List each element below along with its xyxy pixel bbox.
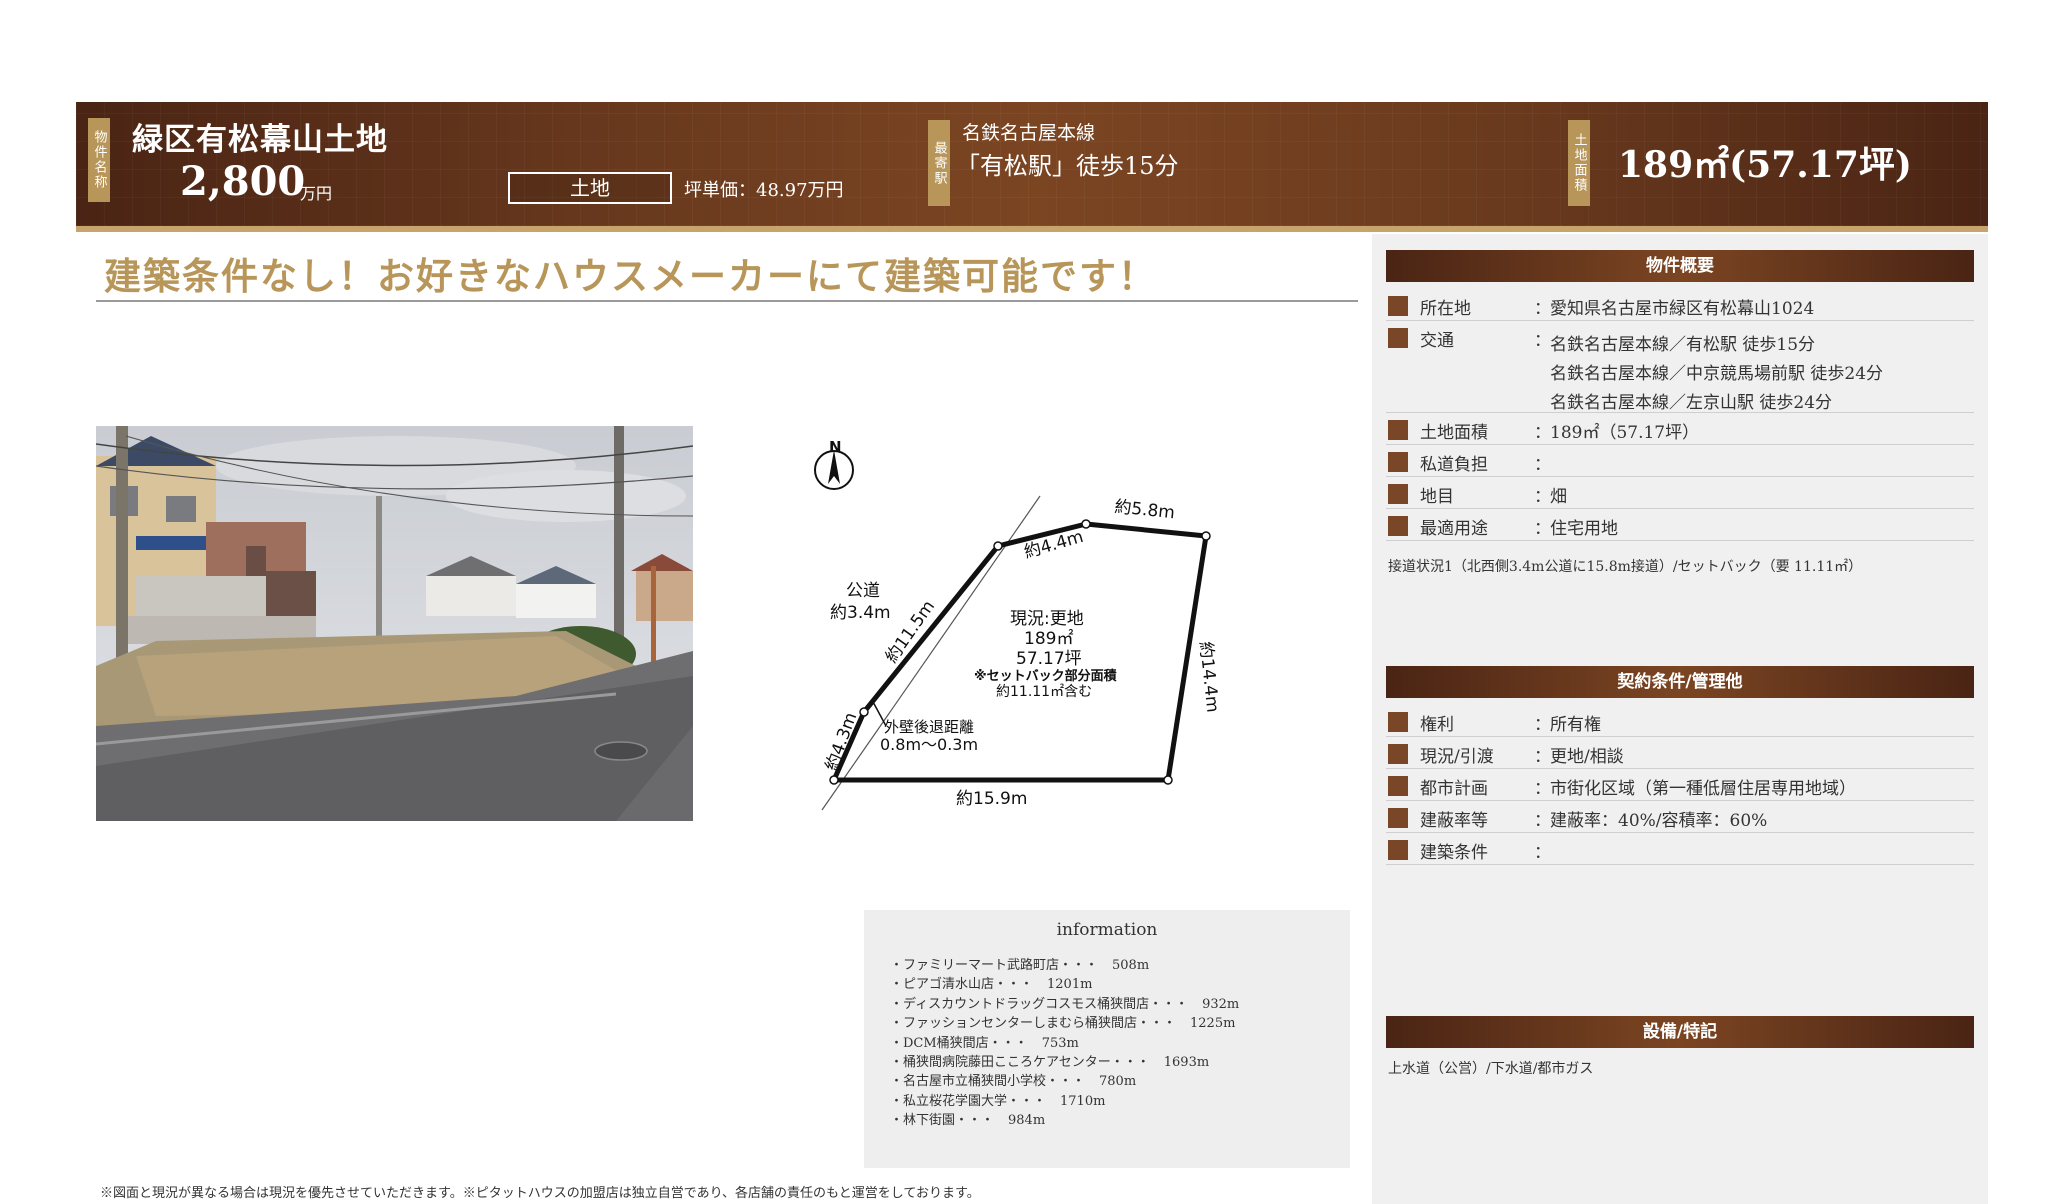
row-rights: 権利 ： 所有権 — [1386, 704, 1974, 737]
marker-icon — [1388, 296, 1408, 316]
marker-icon — [1388, 712, 1408, 732]
lot-area-tsubo: 57.17坪 — [1016, 649, 1082, 669]
list-item: ・名古屋市立桶狭間小学校・・・ 780m — [890, 1074, 1137, 1090]
wall-distance: 0.8m〜0.3m — [880, 735, 978, 754]
side-bottom: 約15.9m — [956, 789, 1027, 809]
site-photo — [96, 426, 693, 821]
property-type-badge: 土地 — [508, 172, 672, 204]
header-banner: 物件名称 緑区有松幕山土地 2,800 万円 土地 坪単価：48.97万円 最寄… — [76, 102, 1988, 232]
tsubo-price: 坪単価：48.97万円 — [684, 180, 844, 201]
headline: 建築条件なし！お好きなハウスメーカーにて建築可能です！ — [104, 254, 1157, 298]
road-access-note: 接道状況1（北西側3.4m公道に15.8m接道）/セットバック（要 11.11㎡… — [1388, 559, 1863, 575]
nearest-station-label: 最寄駅 — [928, 120, 950, 206]
row-private-road: 私道負担 ： — [1386, 444, 1974, 477]
side-top-b: 約5.8m — [1113, 497, 1175, 523]
land-area: 189㎡(57.17坪) — [1618, 144, 1912, 186]
facilities-text: 上水道（公営）/下水道/都市ガス — [1388, 1061, 1594, 1077]
info-title: information — [1056, 920, 1158, 940]
marker-icon — [1388, 328, 1408, 348]
setback-note: ※セットバック部分面積 — [974, 668, 1118, 684]
property-name-label: 物件名称 — [88, 118, 110, 202]
lot-status: 現況:更地 — [1010, 609, 1084, 629]
price-unit: 万円 — [300, 184, 333, 203]
property-name: 緑区有松幕山土地 — [132, 122, 388, 158]
row-use: 最適用途 ： 住宅用地 — [1386, 508, 1974, 541]
details-panel: 物件概要 所在地 ： 愛知県名古屋市緑区有松幕山1024 交通 ： 名鉄名古屋本… — [1372, 234, 1988, 1204]
footnote: ※図面と現況が異なる場合は現況を優先させていただきます。※ピタットハウスの加盟店… — [100, 1186, 980, 1201]
list-item: ・ファッションセンターしまむら桶狭間店・・・ 1225m — [890, 1016, 1236, 1032]
wall-label: 外壁後退距離 — [884, 718, 974, 736]
row-planning: 都市計画 ： 市街化区域（第一種低層住居専用地域） — [1386, 768, 1974, 801]
list-item: ・私立桜花学園大学・・・ 1710m — [890, 1093, 1106, 1109]
row-building-condition: 建築条件 ： — [1386, 832, 1974, 865]
marker-icon — [1388, 776, 1408, 796]
side-right: 約14.4m — [1195, 640, 1222, 713]
list-item: ・DCM桶狭間店・・・ 753m — [890, 1035, 1079, 1051]
row-land-area: 土地面積 ： 189㎡（57.17坪） — [1386, 412, 1974, 445]
list-item: ・桶狭間病院藤田こころケアセンター・・・ 1693m — [890, 1055, 1210, 1071]
marker-icon — [1388, 484, 1408, 504]
marker-icon — [1388, 840, 1408, 860]
list-item: ・ディスカウントドラッグコスモス桶狭間店・・・ 932m — [890, 996, 1240, 1012]
lot-plan: N 公道 約3.4m 約4.4m 約5.8m 約14.4m 約15.9m 約11… — [796, 428, 1266, 828]
lot-area-m2: 189㎡ — [1024, 629, 1073, 649]
row-land-category: 地目 ： 畑 — [1386, 476, 1974, 509]
row-location: 所在地 ： 愛知県名古屋市緑区有松幕山1024 — [1386, 288, 1974, 321]
marker-icon — [1388, 808, 1408, 828]
contract-header: 契約条件/管理他 — [1386, 666, 1974, 698]
marker-icon — [1388, 516, 1408, 536]
nearby-info-box: information ・ファミリーマート武路町店・・・ 508m ・ピアゴ清水山… — [864, 910, 1350, 1168]
setback-area: 約11.11㎡含む — [996, 684, 1092, 700]
nearby-list: ・ファミリーマート武路町店・・・ 508m ・ピアゴ清水山店・・・ 1201m ・デ… — [890, 956, 1239, 1131]
north-label: N — [829, 438, 842, 456]
side-left-short: 約4.3m — [822, 710, 862, 774]
road-width: 約3.4m — [830, 603, 891, 623]
list-item: ・ファミリーマート武路町店・・・ 508m — [890, 958, 1150, 973]
marker-icon — [1388, 744, 1408, 764]
price: 2,800 — [180, 158, 306, 205]
north-arrow-icon: N — [814, 438, 854, 490]
facilities-header: 設備/特記 — [1386, 1016, 1974, 1048]
row-transport: 交通 ： 名鉄名古屋本線／有松駅 徒歩15分 名鉄名古屋本線／中京競馬場前駅 徒… — [1386, 320, 1974, 413]
marker-icon — [1388, 420, 1408, 440]
overview-header: 物件概要 — [1386, 250, 1974, 282]
land-area-label: 土地面積 — [1568, 120, 1590, 206]
road-label: 公道 — [846, 581, 880, 601]
headline-divider — [96, 300, 1358, 302]
station-line: 名鉄名古屋本線 — [962, 122, 1096, 144]
list-item: ・林下街園・・・ 984m — [890, 1113, 1046, 1129]
row-status: 現況/引渡 ： 更地/相談 — [1386, 736, 1974, 769]
row-coverage-ratio: 建蔽率等 ： 建蔽率：40%/容積率：60% — [1386, 800, 1974, 833]
marker-icon — [1388, 452, 1408, 472]
station-walk: 「有松駅」徒歩15分 — [956, 152, 1179, 180]
list-item: ・ピアゴ清水山店・・・ 1201m — [890, 977, 1093, 993]
